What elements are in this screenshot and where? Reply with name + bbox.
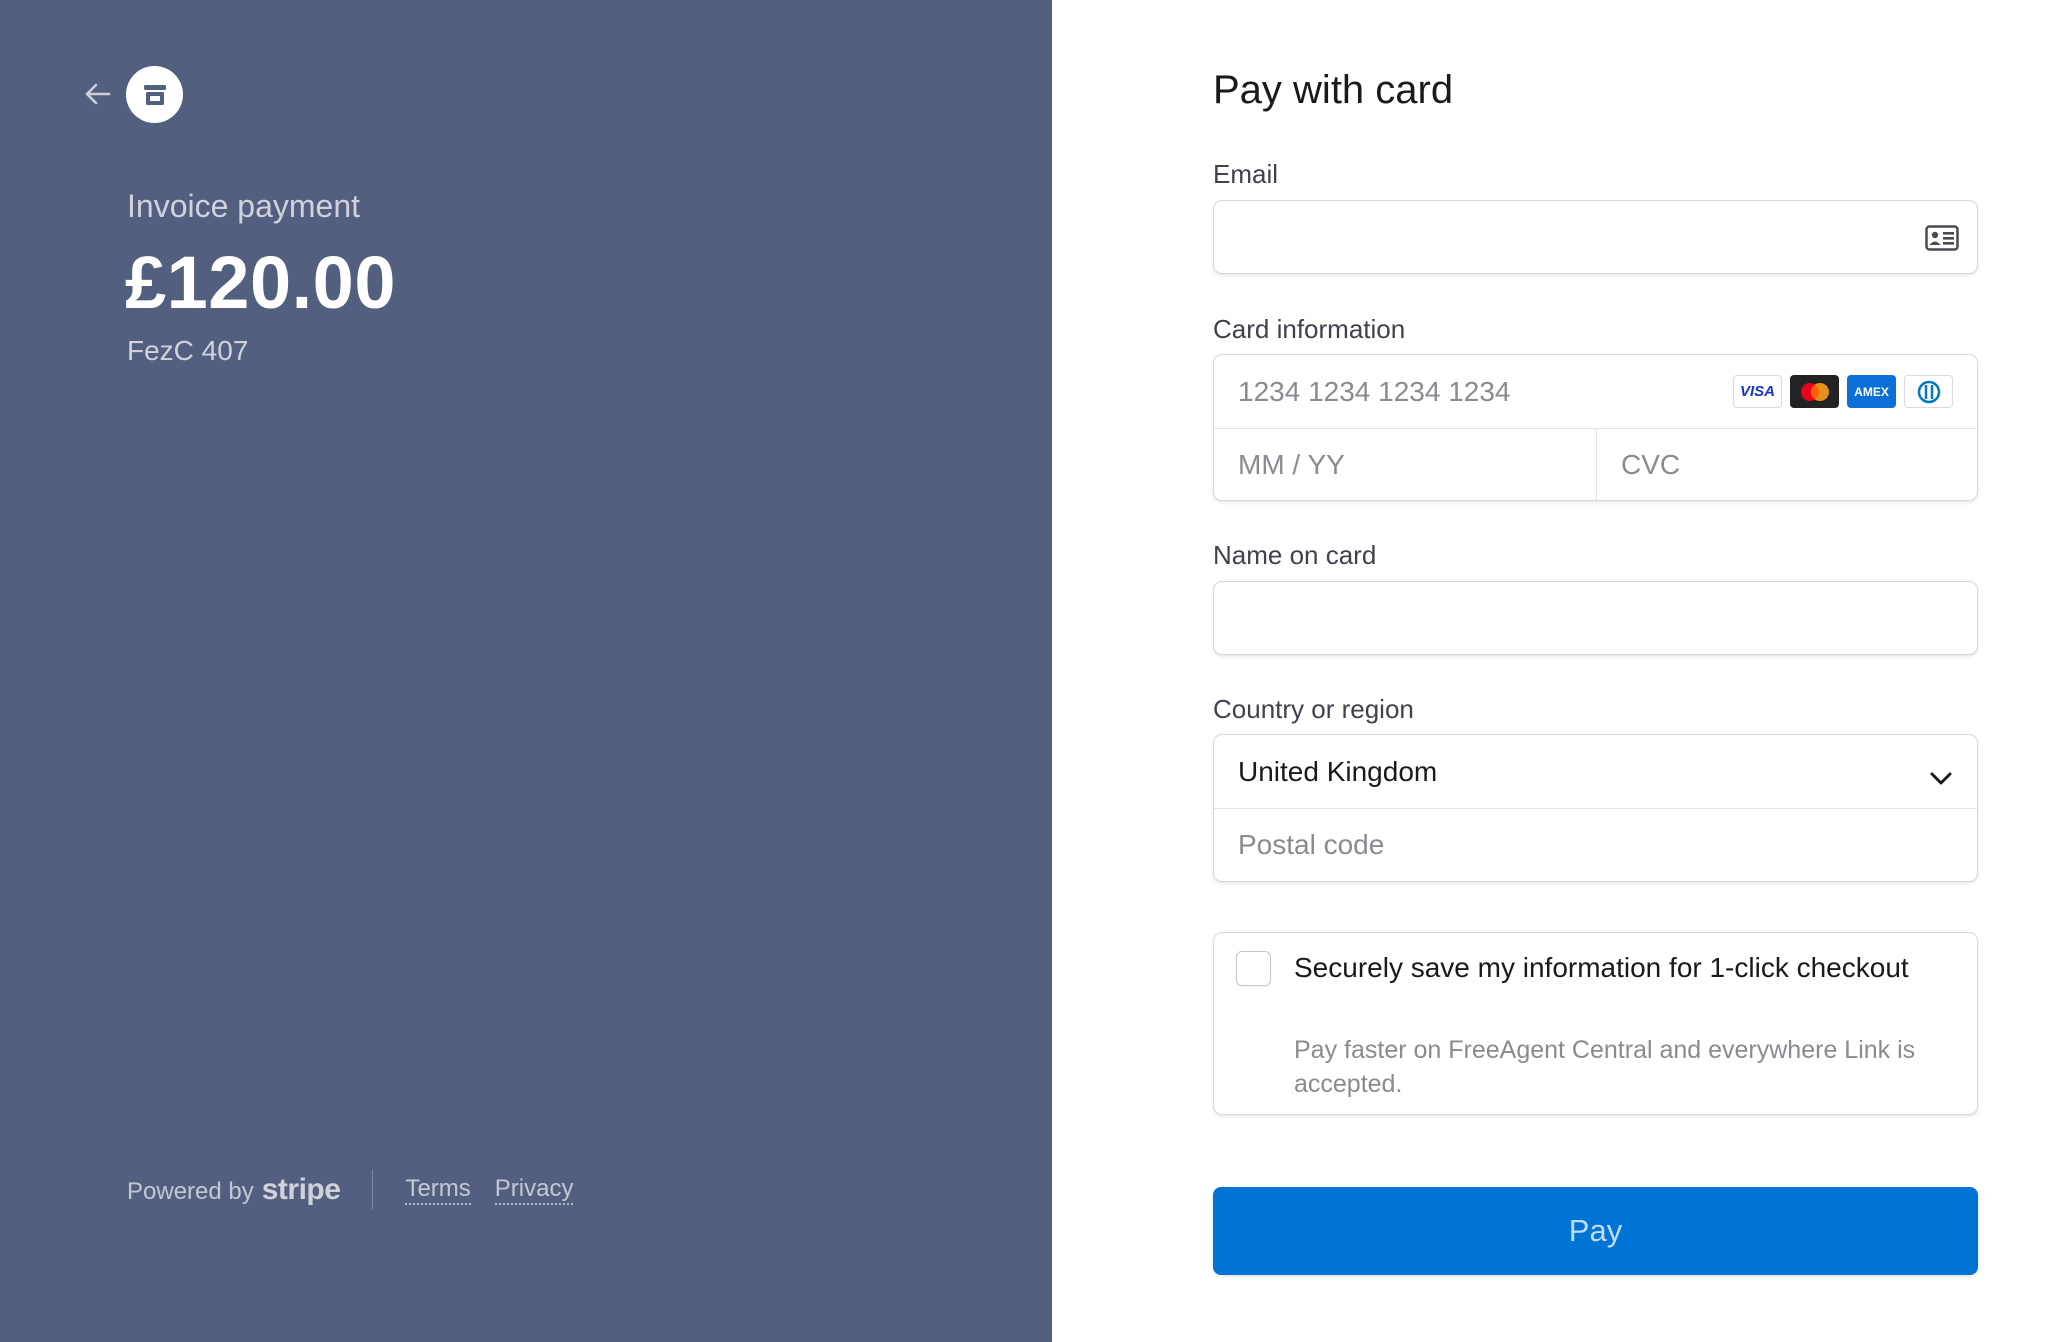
powered-by-text: Powered by bbox=[127, 1178, 254, 1205]
country-select-value: United Kingdom bbox=[1238, 755, 1438, 787]
card-number-input[interactable]: 1234 1234 1234 1234 bbox=[1214, 355, 1714, 428]
save-info-checkbox[interactable] bbox=[1236, 951, 1271, 986]
save-info-title: Securely save my information for 1-click… bbox=[1294, 952, 1909, 983]
diners-club-icon bbox=[1904, 375, 1953, 408]
email-label: Email bbox=[1213, 159, 1279, 189]
back-arrow-icon[interactable] bbox=[82, 78, 114, 110]
address-group: United Kingdom Postal code bbox=[1213, 734, 1978, 882]
stripe-logo: stripe bbox=[261, 1173, 341, 1206]
invoice-label: Invoice payment bbox=[127, 188, 361, 224]
amount-due: £120.00 bbox=[125, 241, 396, 324]
save-info-description: Pay faster on FreeAgent Central and ever… bbox=[1294, 1036, 1916, 1098]
powered-by-stripe[interactable]: Powered by stripe bbox=[127, 1173, 341, 1207]
card-info-group: 1234 1234 1234 1234 VISA AMEX MM / YY CV… bbox=[1213, 354, 1978, 501]
postal-code-input[interactable]: Postal code bbox=[1214, 809, 1977, 881]
email-field[interactable] bbox=[1213, 200, 1978, 274]
footer-divider bbox=[372, 1170, 374, 1210]
country-label: Country or region bbox=[1213, 694, 1414, 724]
card-brands: VISA AMEX bbox=[1733, 375, 1953, 408]
pay-button[interactable]: Pay bbox=[1213, 1187, 1978, 1275]
visa-icon: VISA bbox=[1733, 375, 1782, 408]
footer: Powered by stripe Terms Privacy bbox=[127, 1170, 597, 1210]
cvc-input[interactable]: CVC bbox=[1597, 429, 1977, 501]
mastercard-icon bbox=[1790, 375, 1839, 408]
email-input[interactable] bbox=[1214, 201, 1894, 273]
privacy-link[interactable]: Privacy bbox=[494, 1175, 574, 1205]
name-label: Name on card bbox=[1213, 540, 1377, 570]
name-on-card-field[interactable] bbox=[1213, 581, 1978, 655]
link-save-option: Securely save my information for 1-click… bbox=[1213, 932, 1978, 1115]
name-input[interactable] bbox=[1214, 582, 1974, 654]
merchant-store-icon bbox=[126, 66, 183, 123]
country-select[interactable]: United Kingdom bbox=[1214, 735, 1977, 808]
contact-card-icon[interactable] bbox=[1925, 225, 1959, 256]
terms-link[interactable]: Terms bbox=[405, 1175, 471, 1205]
chevron-down-icon bbox=[1929, 761, 1953, 793]
expiry-input[interactable]: MM / YY bbox=[1214, 429, 1596, 501]
invoice-reference: FezC 407 bbox=[127, 335, 249, 366]
amex-icon: AMEX bbox=[1847, 375, 1896, 408]
order-summary-panel: Invoice payment £120.00 FezC 407 Powered… bbox=[0, 0, 1052, 1342]
page-title: Pay with card bbox=[1213, 68, 1454, 112]
card-info-label: Card information bbox=[1213, 314, 1406, 344]
